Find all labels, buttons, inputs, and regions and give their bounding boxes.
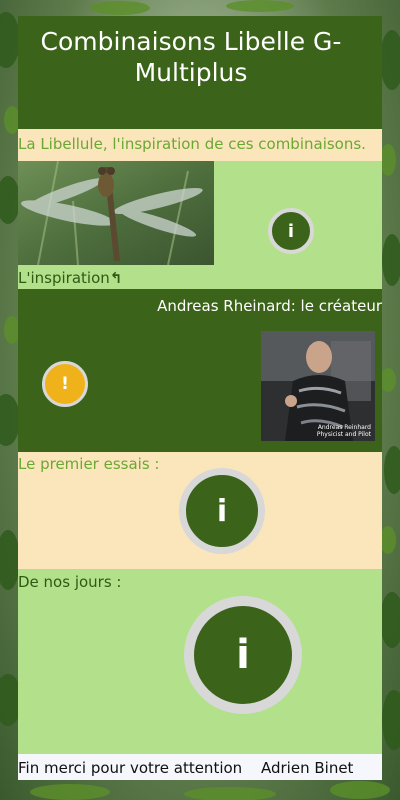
nowadays-heading: De nos jours : [18, 573, 122, 591]
footer: Fin merci pour votre attention Adrien Bi… [18, 754, 382, 780]
section-inspiration: La Libellule, l'inspiration de ces combi… [18, 129, 382, 289]
info-icon: i [216, 493, 228, 529]
warning-button-creator[interactable]: ! [42, 361, 88, 407]
creator-photo: Andreas Reinhard Physicist and Pilot [261, 331, 375, 441]
footer-thanks: Fin merci pour votre attention [18, 759, 243, 777]
inspiration-heading: La Libellule, l'inspiration de ces combi… [18, 135, 366, 153]
section-creator: Andreas Rheinard: le créateur ! Andreas … [18, 289, 382, 452]
dragonfly-photo [18, 161, 214, 265]
info-button-inspiration[interactable]: i [268, 208, 314, 254]
creator-title: Andreas Rheinard: le créateur [157, 297, 382, 315]
page-title: Combinaisons Libelle G-Multiplus [40, 27, 342, 87]
section-nowadays: De nos jours : i [18, 569, 382, 754]
inspiration-caption: L'inspiration↰ [18, 269, 123, 287]
inspiration-bar: La Libellule, l'inspiration de ces combi… [18, 129, 382, 161]
photo-caption: Andreas Reinhard Physicist and Pilot [316, 424, 371, 438]
info-icon: i [287, 220, 295, 242]
info-icon: i [236, 632, 250, 678]
warning-icon: ! [61, 374, 69, 394]
footer-author: Adrien Binet [261, 759, 354, 777]
first-attempt-heading: Le premier essais : [18, 455, 160, 473]
info-button-nowadays[interactable]: i [184, 596, 302, 714]
curved-arrow-icon: ↰ [109, 269, 123, 287]
info-button-first-attempt[interactable]: i [179, 468, 265, 554]
presentation-card: Combinaisons Libelle G-Multiplus La Libe… [18, 16, 382, 780]
header: Combinaisons Libelle G-Multiplus [18, 16, 382, 129]
section-first-attempt: Le premier essais : i [18, 452, 382, 569]
